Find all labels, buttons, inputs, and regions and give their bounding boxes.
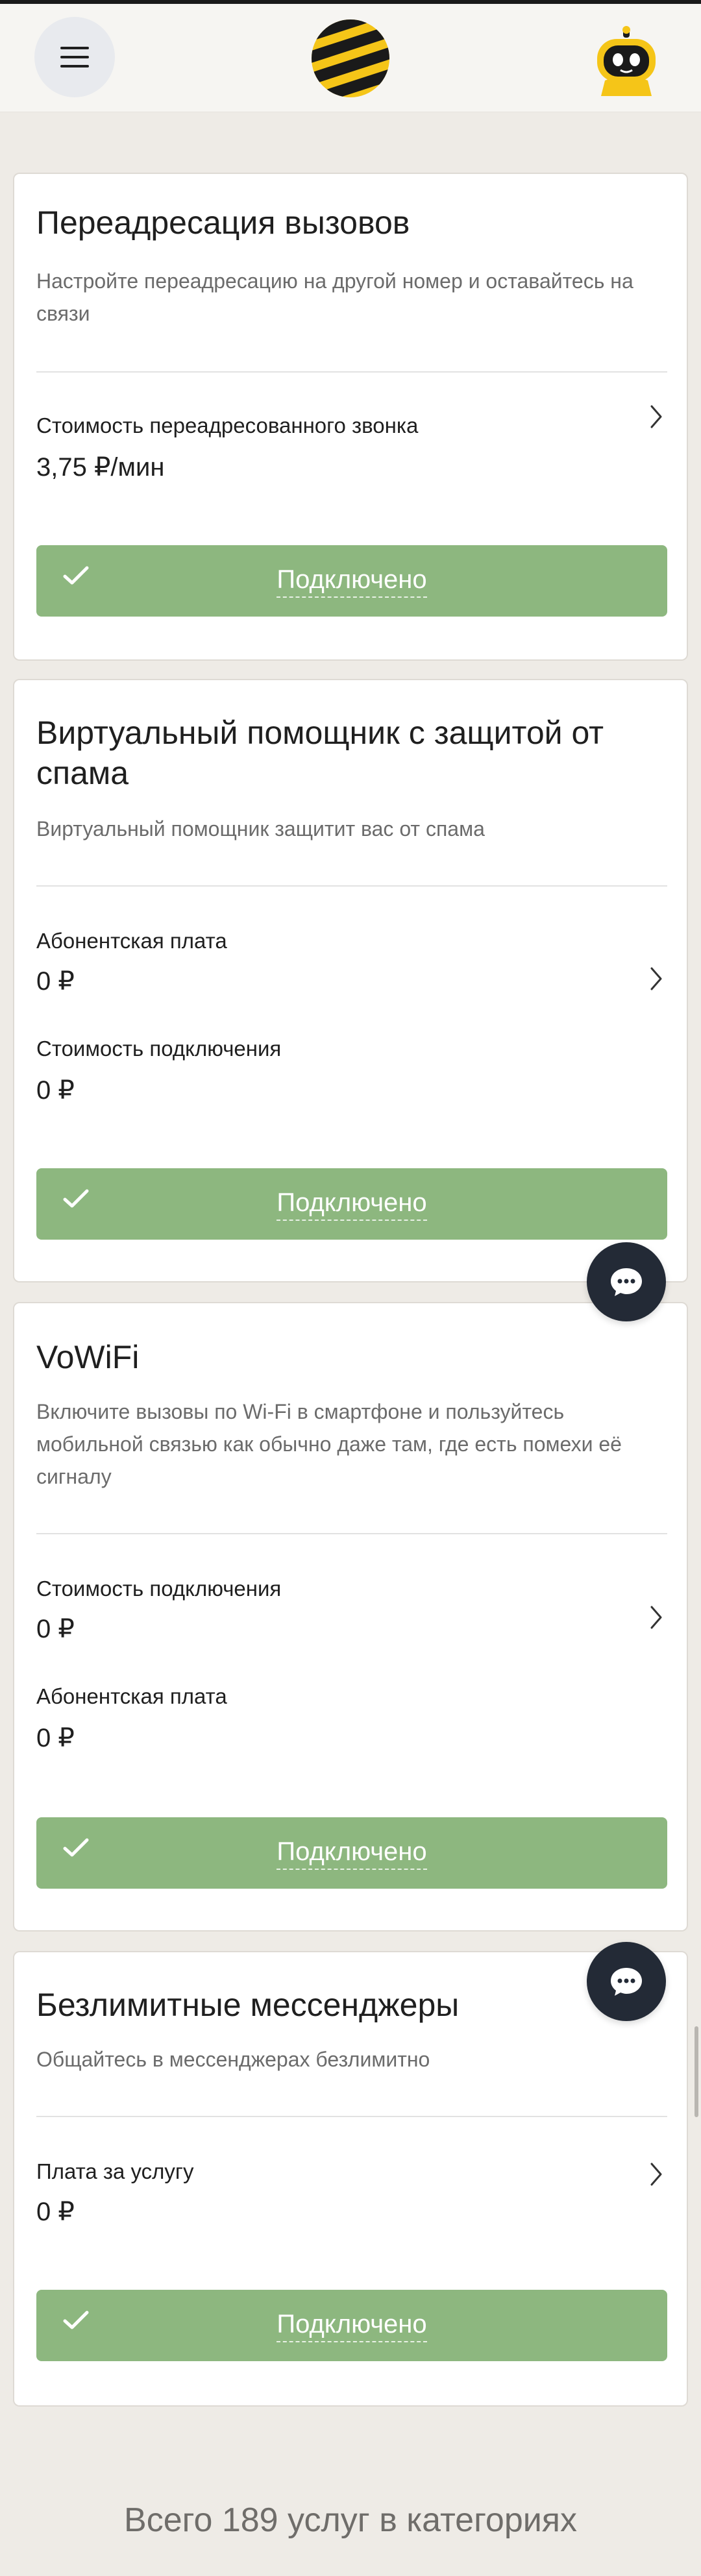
price-label: Стоимость подключения — [36, 1037, 282, 1061]
robot-avatar-icon[interactable] — [591, 26, 662, 97]
checkmark-icon — [63, 1838, 89, 1857]
price-label: Абонентская плата — [36, 1684, 227, 1708]
checkmark-icon — [63, 566, 89, 585]
price-label: Плата за услугу — [36, 2159, 194, 2183]
connected-status-button[interactable]: Подключено — [36, 2290, 667, 2361]
scrollbar-thumb[interactable] — [695, 2026, 698, 2117]
price-value: 3,75 ₽/мин — [36, 453, 165, 482]
connected-status-button[interactable]: Подключено — [36, 545, 667, 617]
price-label: Абонентская плата — [36, 929, 227, 953]
chevron-right-icon[interactable] — [646, 2160, 666, 2189]
chat-button[interactable] — [587, 1942, 666, 2021]
service-title: Виртуальный помощник с защитой от спама — [36, 715, 604, 791]
menu-button[interactable] — [34, 17, 115, 97]
price-value: 0 ₽ — [36, 2198, 75, 2226]
chat-bubble-icon — [611, 1268, 642, 1296]
divider — [36, 1533, 667, 1534]
price-label: Стоимость переадресованного звонка — [36, 413, 419, 437]
price-value: 0 ₽ — [36, 967, 75, 996]
status-label: Подключено — [277, 2309, 427, 2342]
status-label: Подключено — [277, 1836, 427, 1870]
service-description: Виртуальный помощник защитит вас от спам… — [36, 817, 485, 840]
price-value: 0 ₽ — [36, 1615, 75, 1643]
service-description: Настройте переадресацию на другой номер … — [36, 269, 633, 325]
hamburger-menu-icon — [60, 47, 89, 67]
price-value: 0 ₽ — [36, 1724, 75, 1752]
header — [0, 4, 701, 112]
service-card-virtual-assistant: Виртуальный помощник с защитой от спама … — [13, 679, 688, 1282]
service-title: Безлимитные мессенджеры — [36, 1987, 460, 2023]
divider — [36, 2116, 667, 2117]
checkmark-icon — [63, 1189, 89, 1208]
service-card-call-forwarding: Переадресация вызовов Настройте переадре… — [13, 173, 688, 661]
chat-bubble-icon — [611, 1968, 642, 1996]
connected-status-button[interactable]: Подключено — [36, 1168, 667, 1240]
checkmark-icon — [63, 2311, 89, 2329]
service-description: Включите вызовы по Wi-Fi в смартфоне и п… — [36, 1400, 622, 1488]
status-label: Подключено — [277, 564, 427, 598]
service-card-unlimited-messengers: Безлимитные мессенджеры Общайтесь в месс… — [13, 1951, 688, 2407]
price-label: Стоимость подключения — [36, 1576, 282, 1601]
services-total-heading: Всего 189 услуг в категориях — [124, 2501, 577, 2539]
service-title: Переадресация вызовов — [36, 204, 410, 241]
service-title: VoWiFi — [36, 1339, 140, 1375]
chevron-right-icon[interactable] — [646, 402, 666, 431]
price-value: 0 ₽ — [36, 1076, 75, 1105]
service-description: Общайтесь в мессенджерах безлимитно — [36, 2048, 430, 2071]
connected-status-button[interactable]: Подключено — [36, 1817, 667, 1889]
divider — [36, 371, 667, 373]
chat-button[interactable] — [587, 1242, 666, 1321]
divider — [36, 885, 667, 887]
service-card-vowifi: VoWiFi Включите вызовы по Wi-Fi в смартф… — [13, 1302, 688, 1932]
chevron-right-icon[interactable] — [646, 1603, 666, 1632]
chevron-right-icon[interactable] — [646, 964, 666, 993]
status-label: Подключено — [277, 1187, 427, 1221]
beeline-logo[interactable] — [310, 18, 391, 99]
